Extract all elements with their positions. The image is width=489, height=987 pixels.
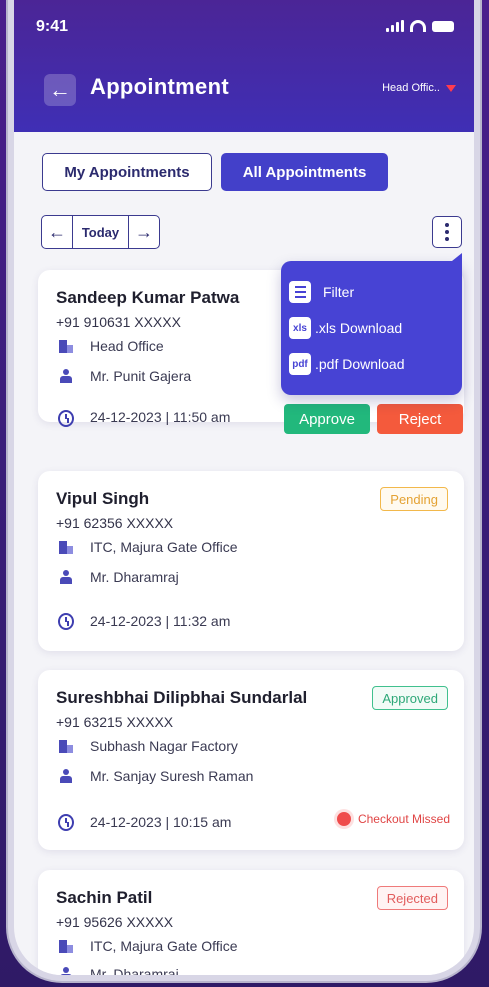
arrow-left-icon: ← (49, 77, 71, 102)
next-day-button[interactable]: → (129, 216, 159, 248)
app-header: 9:41 ← Appointment Head Offic.. (14, 0, 474, 132)
person-icon (58, 966, 74, 975)
office-row: ITC, Majura Gate Office (58, 938, 238, 954)
office-row: Head Office (58, 338, 164, 354)
clock-icon (58, 409, 74, 427)
status-bar: 9:41 (36, 18, 454, 38)
appointment-datetime: 24-12-2023 | 10:15 am (90, 814, 232, 830)
clock-icon (58, 612, 74, 630)
device-volume-down (6, 298, 12, 368)
visitor-phone: +91 63215 XXXXX (56, 714, 174, 730)
menu-item-label: .xls Download (315, 320, 403, 336)
filter-icon (289, 281, 311, 303)
menu-item-label: Filter (323, 284, 355, 300)
office-name: Subhash Nagar Factory (90, 738, 238, 754)
xls-file-icon: xls (289, 317, 311, 339)
office-row: ITC, Majura Gate Office (58, 539, 238, 555)
host-row: Mr. Punit Gajera (58, 368, 191, 384)
today-button[interactable]: Today (72, 216, 129, 248)
tab-my-appointments[interactable]: My Appointments (42, 153, 212, 191)
visitor-phone: +91 95626 XXXXX (56, 914, 174, 930)
more-options-button[interactable] (432, 216, 462, 248)
menu-item-xls-download[interactable]: xls .xls Download (289, 317, 402, 339)
building-icon (58, 938, 74, 954)
office-name: Head Office (90, 338, 164, 354)
host-name: Mr. Dharamraj (90, 966, 179, 975)
reject-button[interactable]: Reject (377, 404, 463, 434)
appointment-card[interactable]: Sureshbhai Dilipbhai Sundarlal +91 63215… (38, 670, 464, 850)
datetime-row: 24-12-2023 | 11:50 am (58, 409, 231, 427)
host-name: Mr. Sanjay Suresh Raman (90, 768, 254, 784)
device-volume-up (6, 210, 12, 280)
host-row: Mr. Dharamraj (58, 966, 179, 975)
building-icon (58, 338, 74, 354)
battery-icon (432, 21, 454, 32)
back-button[interactable]: ← (44, 74, 76, 106)
appointment-card[interactable]: Sachin Patil +91 95626 XXXXX ITC, Majura… (38, 870, 464, 975)
person-icon (58, 768, 74, 784)
datetime-row: 24-12-2023 | 11:32 am (58, 612, 231, 630)
status-time: 9:41 (36, 18, 69, 35)
appointment-datetime: 24-12-2023 | 11:50 am (90, 409, 231, 425)
signal-icon (386, 20, 404, 32)
status-badge: Rejected (376, 886, 448, 910)
status-icons (386, 20, 454, 32)
wifi-icon (410, 20, 426, 32)
menu-item-filter[interactable]: Filter (289, 281, 354, 303)
host-name: Mr. Punit Gajera (90, 368, 192, 384)
office-selector-label: Head Offic.. (382, 82, 440, 94)
pdf-file-icon: pdf (289, 353, 311, 375)
visitor-phone: +91 910631 XXXXX (56, 314, 181, 330)
kebab-dot-icon (445, 223, 449, 227)
menu-item-label: .pdf Download (315, 356, 405, 372)
appointment-datetime: 24-12-2023 | 11:32 am (90, 613, 231, 629)
host-row: Mr. Dharamraj (58, 569, 179, 585)
person-icon (58, 368, 74, 384)
appointment-card[interactable]: Vipul Singh +91 62356 XXXXX ITC, Majura … (38, 471, 464, 651)
host-row: Mr. Sanjay Suresh Raman (58, 768, 253, 784)
visitor-name: Sandeep Kumar Patwa (56, 288, 240, 307)
office-row: Subhash Nagar Factory (58, 738, 238, 754)
host-name: Mr. Dharamraj (90, 569, 179, 585)
tab-all-appointments[interactable]: All Appointments (221, 153, 388, 191)
arrow-right-icon: → (135, 221, 153, 242)
visitor-name: Sachin Patil (56, 888, 153, 907)
phone-screen: 9:41 ← Appointment Head Offic.. My Appoi… (14, 0, 474, 975)
office-selector[interactable]: Head Offic.. (382, 82, 456, 94)
approve-button[interactable]: Approve (284, 404, 370, 434)
prev-day-button[interactable]: ← (42, 216, 72, 248)
building-icon (58, 738, 74, 754)
kebab-dot-icon (445, 230, 449, 234)
visitor-name: Vipul Singh (56, 489, 150, 508)
office-name: ITC, Majura Gate Office (90, 938, 238, 954)
checkout-missed-label: Checkout Missed (357, 812, 450, 826)
datetime-row: 24-12-2023 | 10:15 am (58, 813, 232, 831)
device-side-button (6, 125, 12, 163)
arrow-left-icon: ← (48, 221, 66, 242)
visitor-phone: +91 62356 XXXXX (56, 515, 174, 531)
menu-item-pdf-download[interactable]: pdf .pdf Download (289, 353, 405, 375)
status-badge: Approved (372, 686, 448, 710)
alert-dot-icon (336, 812, 351, 826)
visitor-name: Sureshbhai Dilipbhai Sundarlal (56, 688, 308, 707)
options-dropdown: Filter xls .xls Download pdf .pdf Downlo… (281, 253, 462, 395)
office-name: ITC, Majura Gate Office (90, 539, 238, 555)
status-badge: Pending (380, 487, 448, 511)
page-title: Appointment (90, 74, 229, 99)
kebab-dot-icon (445, 237, 449, 241)
person-icon (58, 569, 74, 585)
date-navigator: ← Today → (41, 215, 160, 249)
caret-down-icon (446, 84, 456, 92)
building-icon (58, 539, 74, 555)
checkout-missed-indicator: Checkout Missed (336, 812, 450, 826)
clock-icon (58, 813, 74, 831)
